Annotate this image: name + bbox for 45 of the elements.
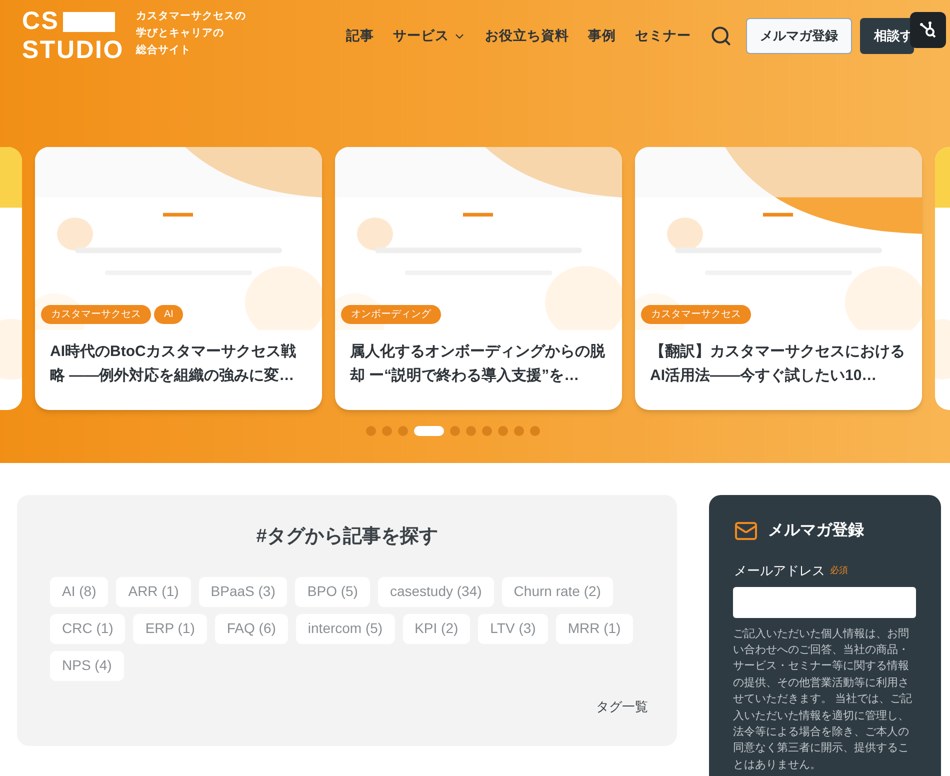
tag-chip[interactable]: NPS (4) — [50, 650, 124, 680]
logo-text: CS — [22, 9, 60, 34]
nav-link[interactable]: サービス — [392, 26, 466, 46]
article-title: 【翻訳】カスタマーサクセスにおけるAI活用法――今すぐ試したい10… — [649, 342, 906, 386]
privacy-notice: ご記入いただいた個人情報は、お問い合わせへのご回答、当社の商品・サービス・セミナー等に関する情報の提供、その他営業活動等に利用させていただきます。 当社では、ご記入いただいた情報を適切に管理し、法令等による場合を除き、ご本人の同意なく第三者に開示、提供することはありません。 — [733, 626, 913, 773]
article-title: AI時代のBtoCカスタマーサクセス戦略 ――例外対応を組織の強みに変… — [49, 342, 297, 386]
tag-chip[interactable]: KPI (2) — [402, 614, 470, 644]
nav-link[interactable]: お役立ち資料 — [484, 26, 569, 46]
logo-block — [63, 12, 116, 32]
article-card[interactable]: オンボーディング 属人化するオンボーディングからの脱却 ー“説明で終わる導入支援”を… — [335, 147, 622, 410]
tag-chip[interactable]: CRC (1) — [50, 614, 126, 644]
tagline: カスタマーサクセスの — [136, 8, 246, 24]
tag-chip[interactable]: MRR (1) — [556, 614, 633, 644]
newsletter-button[interactable]: メルマガ登録 — [746, 18, 852, 54]
newsletter-title: メルマガ登録 — [768, 520, 864, 541]
all-tags-link[interactable]: タグ一覧 — [596, 696, 648, 716]
nav-link[interactable]: セミナー — [634, 26, 691, 46]
tagline: 学びとキャリアの — [136, 26, 225, 40]
mail-icon — [734, 519, 758, 543]
article-card[interactable]: カスタマーサクセス 【翻訳】カスタマーサクセスにおけるAI活用法――今すぐ試したい10… — [635, 147, 922, 410]
search-icon[interactable] — [710, 25, 732, 47]
nav-link[interactable]: 記事 — [346, 26, 374, 46]
tag-chip[interactable]: ARR (1) — [116, 576, 191, 606]
tag-chip[interactable]: casestudy (34) — [378, 576, 494, 606]
tag-chip[interactable]: Churn rate (2) — [502, 576, 613, 606]
tag-chip[interactable]: AI (8) — [50, 576, 108, 606]
tag-chip[interactable]: BPaaS (3) — [198, 576, 288, 606]
category-tag[interactable]: オンボーディング — [341, 305, 441, 324]
category-tag[interactable]: カスタマーサクセス — [641, 305, 751, 324]
tagline: 総合サイト — [136, 42, 192, 58]
hubspot-icon[interactable] — [910, 12, 946, 48]
required-mark: 必須 — [830, 564, 848, 577]
tag-chip[interactable]: BPO (5) — [295, 576, 370, 606]
email-field[interactable] — [733, 586, 916, 618]
nav-link[interactable]: 事例 — [588, 26, 616, 46]
tag-chip[interactable]: LTV (3) — [478, 614, 548, 644]
section-title: #タグから記事を探す — [256, 524, 438, 549]
article-card[interactable]: カスタマーサクセス AI AI時代のBtoCカスタマーサクセス戦略 ――例外対応を組織の強みに変… — [35, 147, 322, 410]
logo-text: STUDIO — [22, 38, 124, 63]
article-title: 属人化するオンボーディングからの脱却 ー“説明で終わる導入支援”を… — [349, 342, 606, 386]
tag-chip[interactable]: ERP (1) — [133, 614, 207, 644]
category-tag[interactable]: カスタマーサクセス — [41, 305, 151, 324]
tag-chip[interactable]: intercom (5) — [296, 614, 395, 644]
field-label: メールアドレス — [734, 562, 825, 580]
tag-chip[interactable]: FAQ (6) — [214, 614, 288, 644]
